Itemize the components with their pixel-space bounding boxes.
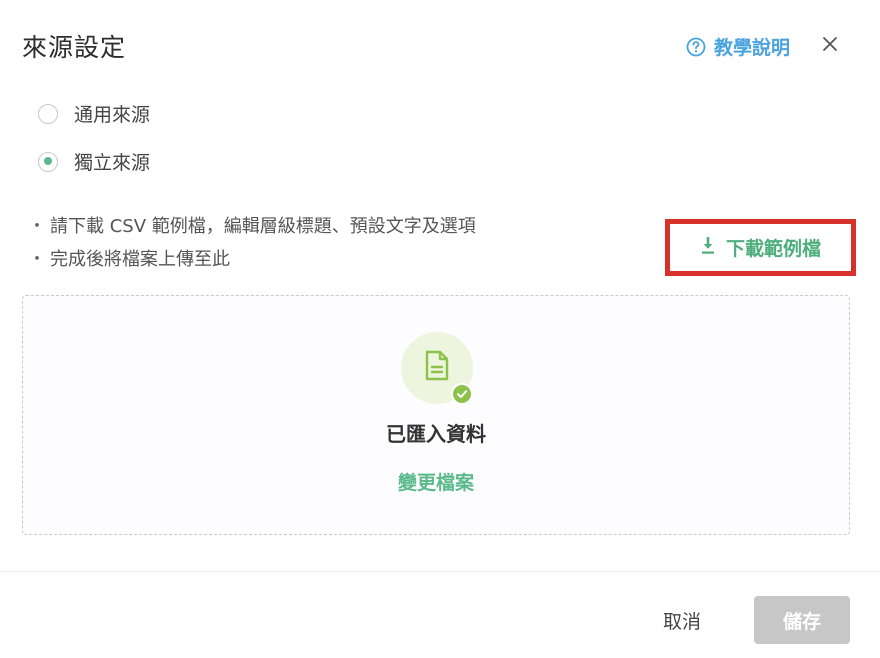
bullet-marker: ・ — [28, 216, 46, 237]
source-settings-dialog: 來源設定 教學說明 通用來源 獨立來源 ・ 請下載 CSV 範例檔，編輯層級標題… — [0, 0, 880, 658]
file-upload-area[interactable]: 已匯入資料 變更檔案 — [22, 295, 850, 535]
change-file-label: 變更檔案 — [397, 472, 474, 494]
save-button[interactable]: 儲存 — [754, 596, 850, 644]
question-circle-icon — [686, 37, 706, 57]
radio-button-checked[interactable] — [38, 151, 58, 172]
download-sample-button[interactable]: 下載範例檔 — [665, 219, 856, 276]
document-icon — [424, 350, 450, 386]
instruction-text: 請下載 CSV 範例檔，編輯層級標題、預設文字及選項 — [50, 216, 476, 237]
footer-divider — [0, 571, 880, 572]
download-sample-label: 下載範例檔 — [725, 238, 821, 260]
instruction-text: 完成後將檔案上傳至此 — [50, 249, 230, 270]
radio-shared-source[interactable]: 通用來源 — [38, 100, 150, 127]
close-icon — [822, 36, 838, 56]
radio-independent-source[interactable]: 獨立來源 — [38, 148, 150, 175]
download-icon — [700, 236, 716, 259]
instruction-list: ・ 請下載 CSV 範例檔，編輯層級標題、預設文字及選項 ・ 完成後將檔案上傳至… — [28, 210, 476, 276]
check-circle-icon — [451, 383, 473, 405]
radio-label: 獨立來源 — [74, 152, 151, 174]
radio-button-unchecked[interactable] — [38, 103, 58, 124]
close-button[interactable] — [818, 34, 842, 58]
help-link-label: 教學說明 — [714, 37, 791, 59]
change-file-link[interactable]: 變更檔案 — [23, 468, 849, 495]
cancel-button[interactable]: 取消 — [650, 602, 714, 638]
dialog-title: 來源設定 — [22, 33, 127, 62]
radio-label: 通用來源 — [74, 104, 151, 126]
help-link[interactable]: 教學說明 — [686, 33, 790, 60]
instruction-item: ・ 請下載 CSV 範例檔，編輯層級標題、預設文字及選項 — [28, 210, 476, 243]
import-status: 已匯入資料 — [386, 422, 486, 446]
bullet-marker: ・ — [28, 249, 46, 270]
instruction-item: ・ 完成後將檔案上傳至此 — [28, 243, 476, 276]
